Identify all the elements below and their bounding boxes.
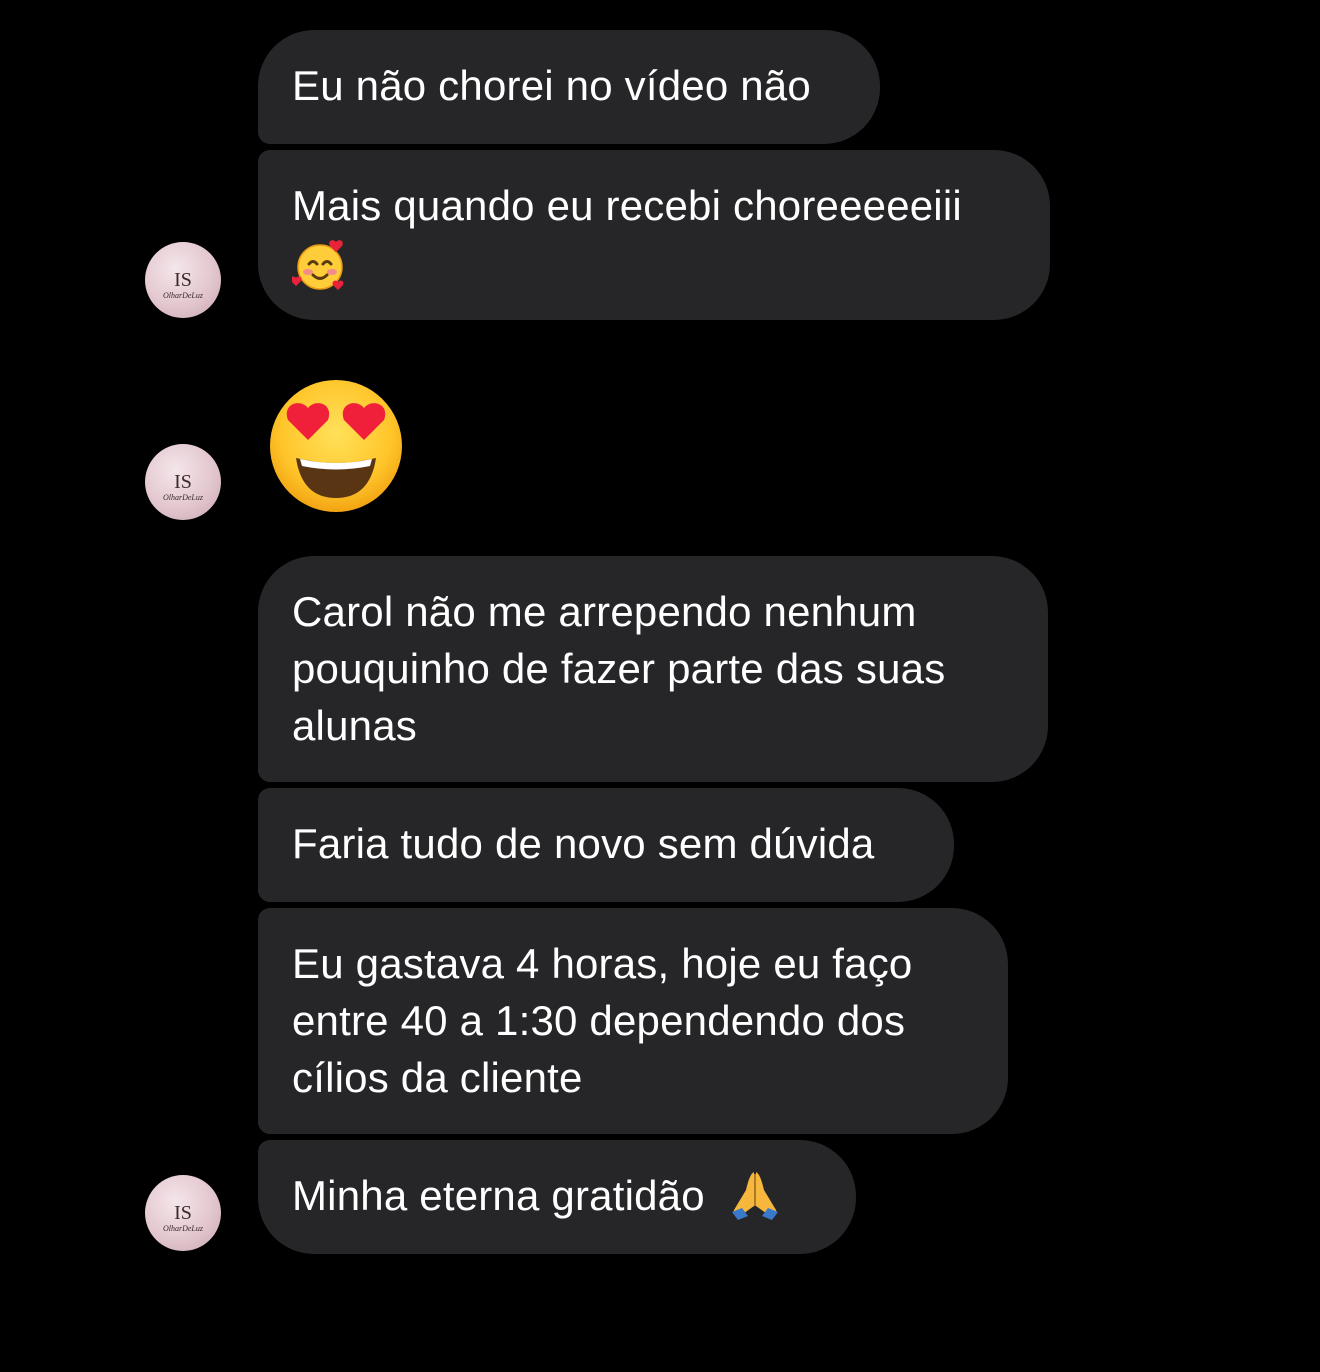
folded-hands-icon xyxy=(731,1171,778,1220)
svg-text:OlharDeLuz: OlharDeLuz xyxy=(163,291,204,300)
message-text: Mais quando eu recebi choreeeeeiii xyxy=(292,182,962,229)
svg-text:OlharDeLuz: OlharDeLuz xyxy=(163,1224,204,1233)
message-text-line: alunas xyxy=(292,702,417,749)
svg-text:IS: IS xyxy=(174,1202,192,1224)
message-bubble-2[interactable]: Mais quando eu recebi choreeeeeiii xyxy=(258,150,1050,320)
avatar-logo-icon: IS OlharDeLuz xyxy=(163,471,204,502)
message-bubble-4[interactable]: Carol não me arrependo nenhum pouquinho … xyxy=(258,556,1048,782)
message-text-line: Eu gastava 4 horas, hoje eu faço xyxy=(292,940,913,987)
contact-avatar[interactable]: IS OlharDeLuz xyxy=(145,242,221,318)
svg-text:IS: IS xyxy=(174,269,192,291)
message-text: Eu não chorei no vídeo não xyxy=(292,62,811,109)
message-bubble-5[interactable]: Faria tudo de novo sem dúvida xyxy=(258,788,954,902)
avatar-logo-icon: IS OlharDeLuz xyxy=(163,1202,204,1233)
message-text-line: pouquinho de fazer parte das suas xyxy=(292,645,946,692)
svg-text:OlharDeLuz: OlharDeLuz xyxy=(163,493,204,502)
message-bubble-6[interactable]: Eu gastava 4 horas, hoje eu faço entre 4… xyxy=(258,908,1008,1134)
contact-avatar[interactable]: IS OlharDeLuz xyxy=(145,1175,221,1251)
message-bubble-7[interactable]: Minha eterna gratidão xyxy=(258,1140,856,1254)
svg-text:IS: IS xyxy=(174,471,192,493)
message-text-line: cílios da cliente xyxy=(292,1054,583,1101)
message-text-line: Carol não me arrependo nenhum xyxy=(292,588,917,635)
smiling-face-with-hearts-icon xyxy=(292,234,1016,294)
message-text-row: Minha eterna gratidão xyxy=(292,1167,822,1224)
avatar-logo-icon: IS OlharDeLuz xyxy=(163,269,204,300)
message-text: Minha eterna gratidão xyxy=(292,1172,705,1219)
heart-eyes-face-icon[interactable] xyxy=(266,376,406,516)
message-text-line: entre 40 a 1:30 dependendo dos xyxy=(292,997,906,1044)
message-bubble-1[interactable]: Eu não chorei no vídeo não xyxy=(258,30,880,144)
message-text: Faria tudo de novo sem dúvida xyxy=(292,820,875,867)
contact-avatar[interactable]: IS OlharDeLuz xyxy=(145,444,221,520)
